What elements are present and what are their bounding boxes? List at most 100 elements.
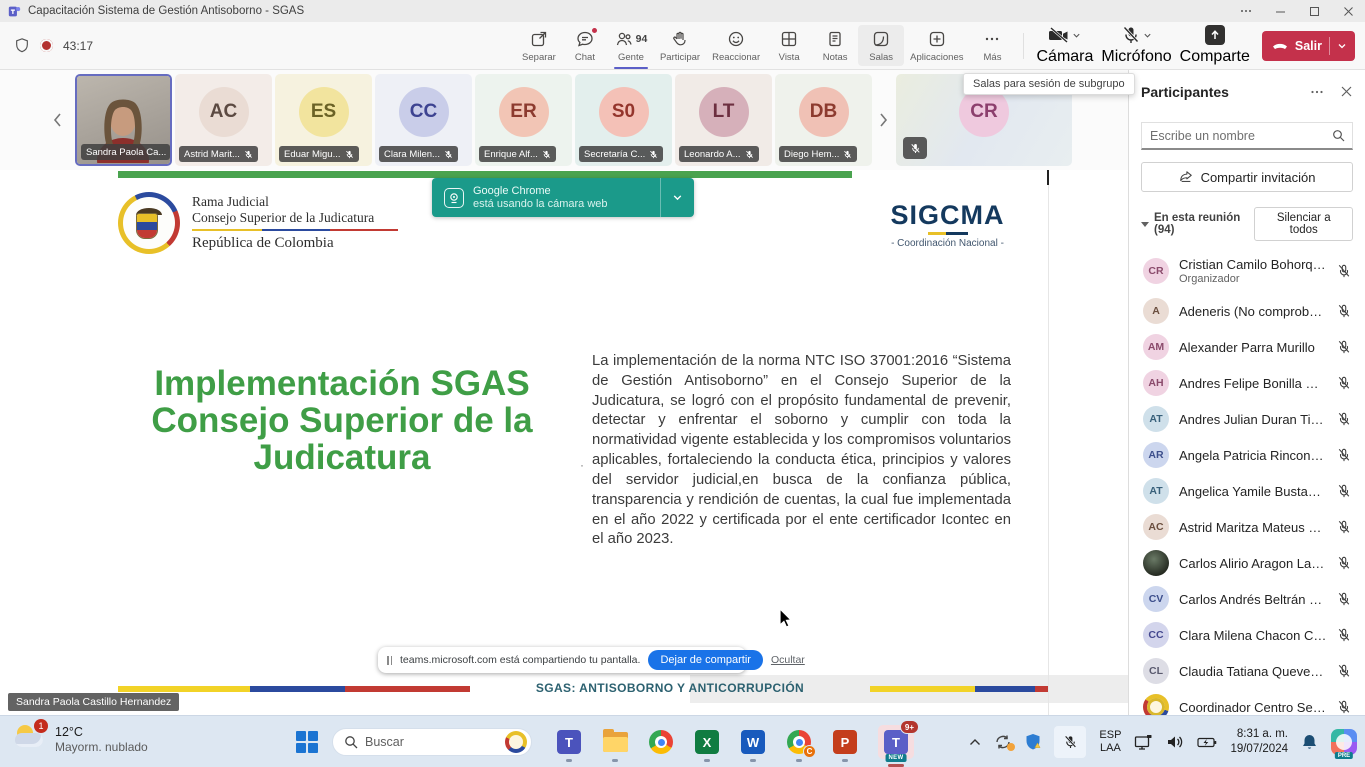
notification-bell-icon[interactable] [1301, 733, 1318, 751]
mute-all-button[interactable]: Silenciar a todos [1254, 207, 1353, 241]
taskbar-app-chrome[interactable] [648, 729, 674, 755]
toolbar-button-chat[interactable]: Chat [562, 25, 608, 66]
mic-off-icon [1121, 25, 1141, 45]
toolbar-button-participar[interactable]: Participar [654, 25, 706, 66]
tray-chevron-up-icon[interactable] [969, 738, 981, 746]
muted-mic-icon[interactable] [1337, 664, 1351, 678]
participant-row[interactable]: Coordinador Centro Servicios ... [1141, 689, 1353, 715]
taskbar-app-excel[interactable]: X [694, 729, 720, 755]
muted-mic-icon[interactable] [1337, 700, 1351, 714]
meeting-section-label[interactable]: En esta reunión (94) [1141, 212, 1254, 236]
participant-row[interactable]: AH Andres Felipe Bonilla Hernand... [1141, 365, 1353, 401]
toolbar-button-aplicaciones[interactable]: Aplicaciones [904, 25, 969, 66]
participant-row[interactable]: Carlos Alirio Aragon Lasso [1141, 545, 1353, 581]
microphone-button[interactable]: Micrófono [1097, 25, 1175, 66]
copilot-icon[interactable]: PRE [1331, 729, 1357, 755]
muted-mic-icon[interactable] [1337, 592, 1351, 606]
video-tile[interactable]: ES Eduar Migu... [275, 74, 372, 166]
video-tile[interactable]: S0 Secretaría C... [575, 74, 672, 166]
tray-language[interactable]: ESPLAA [1099, 729, 1121, 755]
share-button[interactable]: Comparte [1176, 25, 1254, 66]
avatar: ES [299, 87, 349, 137]
taskbar-app-teams-new[interactable]: T 9+ NEW [878, 729, 914, 755]
slide-bullet-dot: · [580, 458, 584, 472]
camera-chevron-icon[interactable] [1072, 31, 1081, 40]
mic-chevron-icon[interactable] [1143, 31, 1152, 40]
muted-mic-icon[interactable] [1337, 520, 1351, 534]
tray-clock[interactable]: 8:31 a. m. 19/07/2024 [1230, 727, 1288, 757]
muted-mic-icon[interactable] [1337, 484, 1351, 498]
video-tile-speaker[interactable]: Sandra Paola Ca... [75, 74, 172, 166]
hide-sharing-link[interactable]: Ocultar [771, 654, 805, 666]
participant-row[interactable]: CC Clara Milena Chacon Castaño [1141, 617, 1353, 653]
taskbar-app-chrome-profile[interactable]: C [786, 729, 812, 755]
toolbar-button-vista[interactable]: Vista [766, 25, 812, 66]
muted-mic-icon[interactable] [1337, 264, 1351, 278]
stop-sharing-button[interactable]: Dejar de compartir [648, 650, 762, 670]
leave-chevron-icon[interactable] [1337, 41, 1347, 51]
video-tile[interactable]: CC Clara Milen... [375, 74, 472, 166]
toolbar-button-mas[interactable]: Más [969, 25, 1015, 66]
share-invite-button[interactable]: Compartir invitación [1141, 162, 1353, 192]
muted-mic-icon[interactable] [1337, 628, 1351, 642]
video-tile[interactable]: ER Enrique Alf... [475, 74, 572, 166]
video-tile[interactable]: LT Leonardo A... [675, 74, 772, 166]
banner-chevron-icon[interactable] [660, 178, 694, 217]
participant-name: Angelica Yamile Bustamante T... [1179, 484, 1327, 499]
taskbar-app-powerpoint[interactable]: P [832, 729, 858, 755]
avatar: AM [1143, 334, 1169, 360]
leave-button[interactable]: Salir [1262, 31, 1355, 61]
participant-row[interactable]: AT Andres Julian Duran Ticora [1141, 401, 1353, 437]
tray-mic-muted-icon[interactable] [1054, 726, 1086, 758]
video-tile[interactable]: AC Astrid Marit... [175, 74, 272, 166]
participant-row[interactable]: AC Astrid Maritza Mateus Cubides [1141, 509, 1353, 545]
people-count: 94 [636, 33, 648, 45]
muted-mic-icon[interactable] [1337, 412, 1351, 426]
toolbar-button-salas[interactable]: Salas [858, 25, 904, 66]
muted-mic-icon[interactable] [1337, 376, 1351, 390]
participant-row[interactable]: AM Alexander Parra Murillo [1141, 329, 1353, 365]
avatar [1143, 694, 1169, 715]
toolbar-button-gente[interactable]: 94 Gente [608, 25, 654, 66]
security-shield-icon[interactable] [1025, 733, 1041, 751]
panel-close-icon[interactable] [1340, 85, 1353, 98]
participant-row[interactable]: CR Cristian Camilo Bohorquez Ro... Organ… [1141, 249, 1353, 293]
panel-more-icon[interactable] [1310, 85, 1324, 99]
window-more-icon[interactable] [1229, 0, 1263, 22]
participant-search-input[interactable] [1141, 122, 1353, 150]
muted-mic-icon[interactable] [1337, 304, 1351, 318]
participant-row[interactable]: A Adeneris (No comprobado) [1141, 293, 1353, 329]
maximize-icon[interactable] [1297, 0, 1331, 22]
taskbar-app-teams-classic[interactable]: T [556, 729, 582, 755]
tray-battery-icon[interactable] [1197, 736, 1217, 749]
video-tile[interactable]: DB Diego Hem... [775, 74, 872, 166]
participant-row[interactable]: AR Angela Patricia Rincon Rueda [1141, 437, 1353, 473]
taskbar-app-explorer[interactable] [602, 729, 628, 755]
muted-mic-icon[interactable] [1337, 556, 1351, 570]
muted-mic-icon[interactable] [1337, 448, 1351, 462]
camera-button[interactable]: Cámara [1032, 25, 1097, 66]
participant-row[interactable]: AT Angelica Yamile Bustamante T... [1141, 473, 1353, 509]
close-icon[interactable] [1331, 0, 1365, 22]
update-sync-icon[interactable] [994, 734, 1012, 750]
participant-row[interactable]: CV Carlos Andrés Beltrán Viveros [1141, 581, 1353, 617]
taskbar-search[interactable]: Buscar [332, 728, 532, 756]
filmstrip-next-icon[interactable] [879, 112, 889, 128]
avatar: DB [799, 87, 849, 137]
teams-notification-badge: 9+ [900, 720, 919, 734]
toolbar-button-separar[interactable]: Separar [516, 25, 562, 66]
tile-name: Eduar Migu... [284, 149, 341, 160]
participant-row[interactable]: CL Claudia Tatiana Quevedo Leal [1141, 653, 1353, 689]
minimize-icon[interactable] [1263, 0, 1297, 22]
tray-display-icon[interactable] [1134, 734, 1153, 751]
toolbar-button-notas[interactable]: Notas [812, 25, 858, 66]
taskbar-weather-widget[interactable]: 1 12°C Mayorm. nublado [14, 723, 148, 755]
tray-volume-icon[interactable] [1166, 734, 1184, 750]
toolbar-button-reaccionar[interactable]: Reaccionar [706, 25, 766, 66]
taskbar-app-word[interactable]: W [740, 729, 766, 755]
start-button[interactable] [296, 731, 318, 753]
muted-mic-icon[interactable] [1337, 340, 1351, 354]
share-invite-icon [1179, 171, 1193, 184]
avatar: CL [1143, 658, 1169, 684]
filmstrip-prev-icon[interactable] [52, 112, 62, 128]
